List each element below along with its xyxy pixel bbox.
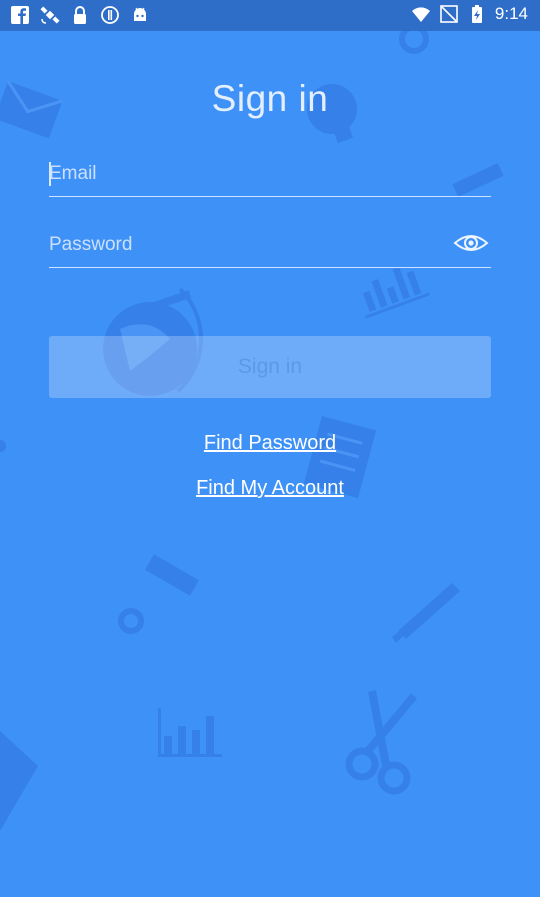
- corner-shape-doodle-icon: [0, 731, 38, 831]
- eye-icon[interactable]: [453, 231, 489, 255]
- find-my-account-link[interactable]: Find My Account: [196, 477, 344, 499]
- page-title: Sign in: [211, 78, 329, 119]
- scissors-doodle-icon: [345, 690, 418, 795]
- satellite-icon: [40, 6, 60, 24]
- wifi-icon: [411, 7, 430, 22]
- info-circle-icon: [101, 6, 119, 24]
- status-bar-left-icons: [10, 5, 150, 25]
- status-bar-right-icons: 9:14: [411, 4, 528, 24]
- email-input[interactable]: [49, 158, 429, 190]
- password-field-container: [49, 223, 491, 268]
- password-input[interactable]: [49, 229, 429, 261]
- marker-doodle-icon: [144, 554, 200, 596]
- facebook-icon: [11, 6, 29, 24]
- status-time: 9:14: [494, 4, 528, 23]
- find-password-link[interactable]: Find Password: [204, 432, 336, 454]
- status-bar: 9:14: [0, 0, 540, 31]
- find-password-link-row: Find Password: [0, 432, 540, 455]
- lock-icon: [74, 6, 86, 24]
- email-field-container: [49, 152, 491, 197]
- brush-doodle-icon: [392, 583, 460, 643]
- gear-doodle-icon: [399, 31, 429, 54]
- bar-chart-doodle-icon: [158, 708, 222, 757]
- android-icon: [134, 7, 146, 21]
- battery-charging-icon: [471, 5, 482, 23]
- find-account-link-row: Find My Account: [0, 477, 540, 500]
- sign-in-button[interactable]: Sign in: [49, 336, 491, 398]
- chart-doodle-icon: [362, 267, 430, 319]
- no-signal-icon: [440, 5, 458, 23]
- ring-doodle-icon: [118, 608, 144, 634]
